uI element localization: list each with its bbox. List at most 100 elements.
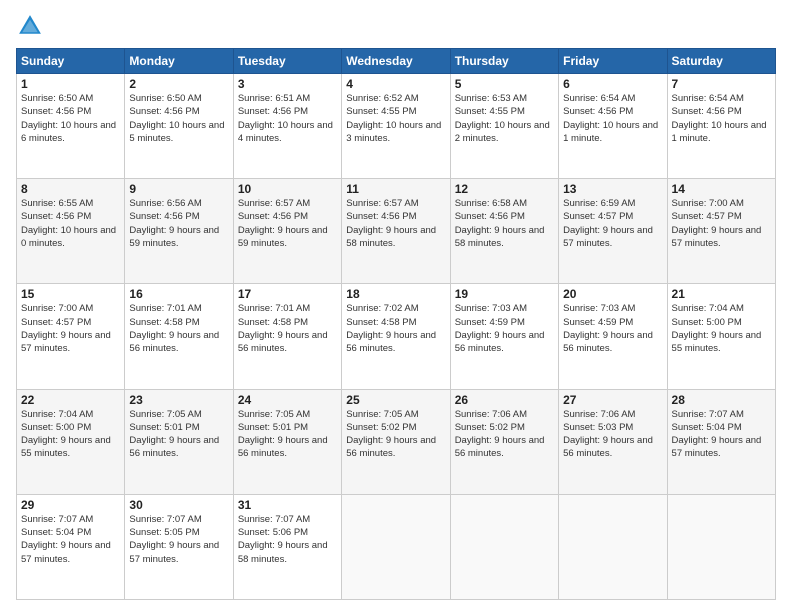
day-info: Sunrise: 7:01 AM Sunset: 4:58 PM Dayligh… <box>129 302 228 355</box>
day-cell <box>667 494 775 599</box>
day-cell: 21 Sunrise: 7:04 AM Sunset: 5:00 PM Dayl… <box>667 284 775 389</box>
day-number: 27 <box>563 393 662 407</box>
day-number: 22 <box>21 393 120 407</box>
day-number: 2 <box>129 77 228 91</box>
day-cell: 7 Sunrise: 6:54 AM Sunset: 4:56 PM Dayli… <box>667 74 775 179</box>
day-number: 13 <box>563 182 662 196</box>
day-cell: 11 Sunrise: 6:57 AM Sunset: 4:56 PM Dayl… <box>342 179 450 284</box>
day-number: 10 <box>238 182 337 196</box>
day-number: 18 <box>346 287 445 301</box>
dow-header-wednesday: Wednesday <box>342 49 450 74</box>
day-number: 20 <box>563 287 662 301</box>
day-info: Sunrise: 7:03 AM Sunset: 4:59 PM Dayligh… <box>563 302 662 355</box>
logo <box>16 12 48 40</box>
day-cell: 9 Sunrise: 6:56 AM Sunset: 4:56 PM Dayli… <box>125 179 233 284</box>
logo-icon <box>16 12 44 40</box>
day-info: Sunrise: 6:53 AM Sunset: 4:55 PM Dayligh… <box>455 92 554 145</box>
day-info: Sunrise: 6:58 AM Sunset: 4:56 PM Dayligh… <box>455 197 554 250</box>
day-number: 8 <box>21 182 120 196</box>
day-info: Sunrise: 6:52 AM Sunset: 4:55 PM Dayligh… <box>346 92 445 145</box>
day-info: Sunrise: 6:57 AM Sunset: 4:56 PM Dayligh… <box>346 197 445 250</box>
day-cell: 26 Sunrise: 7:06 AM Sunset: 5:02 PM Dayl… <box>450 389 558 494</box>
day-info: Sunrise: 7:07 AM Sunset: 5:06 PM Dayligh… <box>238 513 337 566</box>
day-cell: 18 Sunrise: 7:02 AM Sunset: 4:58 PM Dayl… <box>342 284 450 389</box>
calendar-table: SundayMondayTuesdayWednesdayThursdayFrid… <box>16 48 776 600</box>
day-number: 30 <box>129 498 228 512</box>
day-cell: 25 Sunrise: 7:05 AM Sunset: 5:02 PM Dayl… <box>342 389 450 494</box>
week-row-1: 1 Sunrise: 6:50 AM Sunset: 4:56 PM Dayli… <box>17 74 776 179</box>
day-number: 29 <box>21 498 120 512</box>
day-info: Sunrise: 7:03 AM Sunset: 4:59 PM Dayligh… <box>455 302 554 355</box>
week-row-5: 29 Sunrise: 7:07 AM Sunset: 5:04 PM Dayl… <box>17 494 776 599</box>
day-info: Sunrise: 6:55 AM Sunset: 4:56 PM Dayligh… <box>21 197 120 250</box>
day-cell: 22 Sunrise: 7:04 AM Sunset: 5:00 PM Dayl… <box>17 389 125 494</box>
day-info: Sunrise: 7:07 AM Sunset: 5:04 PM Dayligh… <box>672 408 771 461</box>
day-info: Sunrise: 6:54 AM Sunset: 4:56 PM Dayligh… <box>563 92 662 145</box>
day-info: Sunrise: 7:06 AM Sunset: 5:03 PM Dayligh… <box>563 408 662 461</box>
day-info: Sunrise: 7:04 AM Sunset: 5:00 PM Dayligh… <box>672 302 771 355</box>
day-cell: 17 Sunrise: 7:01 AM Sunset: 4:58 PM Dayl… <box>233 284 341 389</box>
day-number: 16 <box>129 287 228 301</box>
day-cell: 5 Sunrise: 6:53 AM Sunset: 4:55 PM Dayli… <box>450 74 558 179</box>
day-cell: 29 Sunrise: 7:07 AM Sunset: 5:04 PM Dayl… <box>17 494 125 599</box>
day-info: Sunrise: 7:00 AM Sunset: 4:57 PM Dayligh… <box>21 302 120 355</box>
day-info: Sunrise: 7:06 AM Sunset: 5:02 PM Dayligh… <box>455 408 554 461</box>
day-cell: 24 Sunrise: 7:05 AM Sunset: 5:01 PM Dayl… <box>233 389 341 494</box>
dow-header-saturday: Saturday <box>667 49 775 74</box>
week-row-3: 15 Sunrise: 7:00 AM Sunset: 4:57 PM Dayl… <box>17 284 776 389</box>
week-row-2: 8 Sunrise: 6:55 AM Sunset: 4:56 PM Dayli… <box>17 179 776 284</box>
day-number: 9 <box>129 182 228 196</box>
day-info: Sunrise: 7:07 AM Sunset: 5:04 PM Dayligh… <box>21 513 120 566</box>
day-info: Sunrise: 6:59 AM Sunset: 4:57 PM Dayligh… <box>563 197 662 250</box>
dow-header-friday: Friday <box>559 49 667 74</box>
day-number: 28 <box>672 393 771 407</box>
day-cell: 4 Sunrise: 6:52 AM Sunset: 4:55 PM Dayli… <box>342 74 450 179</box>
day-number: 25 <box>346 393 445 407</box>
day-cell: 3 Sunrise: 6:51 AM Sunset: 4:56 PM Dayli… <box>233 74 341 179</box>
dow-header-monday: Monday <box>125 49 233 74</box>
day-cell: 14 Sunrise: 7:00 AM Sunset: 4:57 PM Dayl… <box>667 179 775 284</box>
day-info: Sunrise: 6:56 AM Sunset: 4:56 PM Dayligh… <box>129 197 228 250</box>
day-info: Sunrise: 7:05 AM Sunset: 5:01 PM Dayligh… <box>238 408 337 461</box>
day-cell: 20 Sunrise: 7:03 AM Sunset: 4:59 PM Dayl… <box>559 284 667 389</box>
day-cell <box>342 494 450 599</box>
day-number: 14 <box>672 182 771 196</box>
day-cell: 6 Sunrise: 6:54 AM Sunset: 4:56 PM Dayli… <box>559 74 667 179</box>
day-cell: 19 Sunrise: 7:03 AM Sunset: 4:59 PM Dayl… <box>450 284 558 389</box>
day-number: 1 <box>21 77 120 91</box>
day-number: 19 <box>455 287 554 301</box>
day-number: 23 <box>129 393 228 407</box>
day-number: 5 <box>455 77 554 91</box>
day-number: 17 <box>238 287 337 301</box>
day-number: 21 <box>672 287 771 301</box>
day-cell: 12 Sunrise: 6:58 AM Sunset: 4:56 PM Dayl… <box>450 179 558 284</box>
day-cell: 23 Sunrise: 7:05 AM Sunset: 5:01 PM Dayl… <box>125 389 233 494</box>
day-number: 24 <box>238 393 337 407</box>
day-info: Sunrise: 6:54 AM Sunset: 4:56 PM Dayligh… <box>672 92 771 145</box>
day-number: 6 <box>563 77 662 91</box>
day-cell: 28 Sunrise: 7:07 AM Sunset: 5:04 PM Dayl… <box>667 389 775 494</box>
day-cell: 15 Sunrise: 7:00 AM Sunset: 4:57 PM Dayl… <box>17 284 125 389</box>
day-cell: 31 Sunrise: 7:07 AM Sunset: 5:06 PM Dayl… <box>233 494 341 599</box>
day-info: Sunrise: 6:51 AM Sunset: 4:56 PM Dayligh… <box>238 92 337 145</box>
day-info: Sunrise: 7:07 AM Sunset: 5:05 PM Dayligh… <box>129 513 228 566</box>
day-info: Sunrise: 7:05 AM Sunset: 5:01 PM Dayligh… <box>129 408 228 461</box>
day-cell: 27 Sunrise: 7:06 AM Sunset: 5:03 PM Dayl… <box>559 389 667 494</box>
day-info: Sunrise: 7:02 AM Sunset: 4:58 PM Dayligh… <box>346 302 445 355</box>
day-number: 11 <box>346 182 445 196</box>
week-row-4: 22 Sunrise: 7:04 AM Sunset: 5:00 PM Dayl… <box>17 389 776 494</box>
day-info: Sunrise: 7:05 AM Sunset: 5:02 PM Dayligh… <box>346 408 445 461</box>
day-cell <box>559 494 667 599</box>
day-info: Sunrise: 7:00 AM Sunset: 4:57 PM Dayligh… <box>672 197 771 250</box>
day-info: Sunrise: 6:50 AM Sunset: 4:56 PM Dayligh… <box>129 92 228 145</box>
day-cell <box>450 494 558 599</box>
day-cell: 30 Sunrise: 7:07 AM Sunset: 5:05 PM Dayl… <box>125 494 233 599</box>
day-of-week-row: SundayMondayTuesdayWednesdayThursdayFrid… <box>17 49 776 74</box>
day-number: 26 <box>455 393 554 407</box>
day-info: Sunrise: 7:04 AM Sunset: 5:00 PM Dayligh… <box>21 408 120 461</box>
day-cell: 10 Sunrise: 6:57 AM Sunset: 4:56 PM Dayl… <box>233 179 341 284</box>
dow-header-sunday: Sunday <box>17 49 125 74</box>
day-cell: 2 Sunrise: 6:50 AM Sunset: 4:56 PM Dayli… <box>125 74 233 179</box>
page: SundayMondayTuesdayWednesdayThursdayFrid… <box>0 0 792 612</box>
day-cell: 8 Sunrise: 6:55 AM Sunset: 4:56 PM Dayli… <box>17 179 125 284</box>
